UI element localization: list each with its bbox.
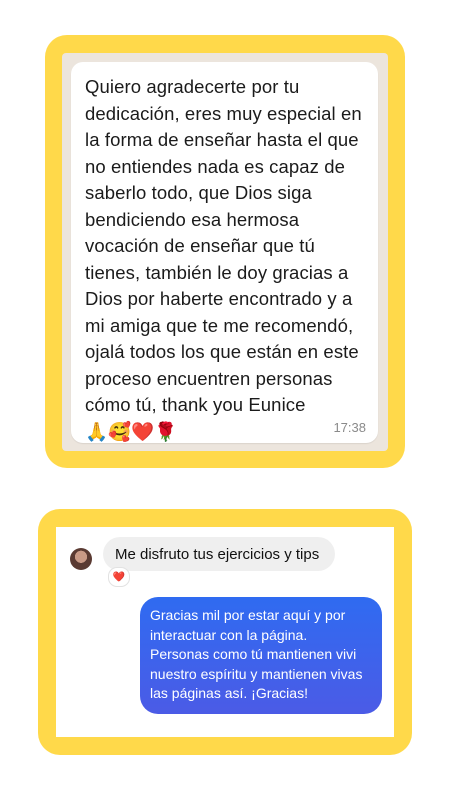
incoming-message-text: Me disfruto tus ejercicios y tips bbox=[115, 545, 320, 563]
avatar[interactable] bbox=[70, 548, 92, 570]
heart-reaction-icon[interactable]: ❤️ bbox=[108, 567, 130, 587]
whatsapp-message-bubble[interactable]: Quiero agradecerte por tu dedicación, er… bbox=[71, 62, 378, 443]
whatsapp-message-text: Quiero agradecerte por tu dedicación, er… bbox=[85, 74, 370, 445]
incoming-message-bubble[interactable]: Me disfruto tus ejercicios y tips bbox=[103, 537, 336, 571]
outgoing-message-bubble[interactable]: Gracias mil por estar aquí y por interac… bbox=[140, 597, 382, 714]
outgoing-message-text: Gracias mil por estar aquí y por interac… bbox=[150, 607, 363, 701]
whatsapp-testimonial-card: Quiero agradecerte por tu dedicación, er… bbox=[45, 35, 405, 468]
instagram-chat-screen: Me disfruto tus ejercicios y tips ❤️ Gra… bbox=[56, 527, 394, 737]
emoji-sequence: 🙏🥰❤️🌹 bbox=[85, 420, 178, 442]
whatsapp-message-body: Quiero agradecerte por tu dedicación, er… bbox=[85, 76, 362, 415]
message-timestamp: 17:38 bbox=[333, 420, 366, 435]
instagram-dm-card: Me disfruto tus ejercicios y tips ❤️ Gra… bbox=[38, 509, 412, 755]
whatsapp-chat-screen: Quiero agradecerte por tu dedicación, er… bbox=[62, 53, 388, 451]
